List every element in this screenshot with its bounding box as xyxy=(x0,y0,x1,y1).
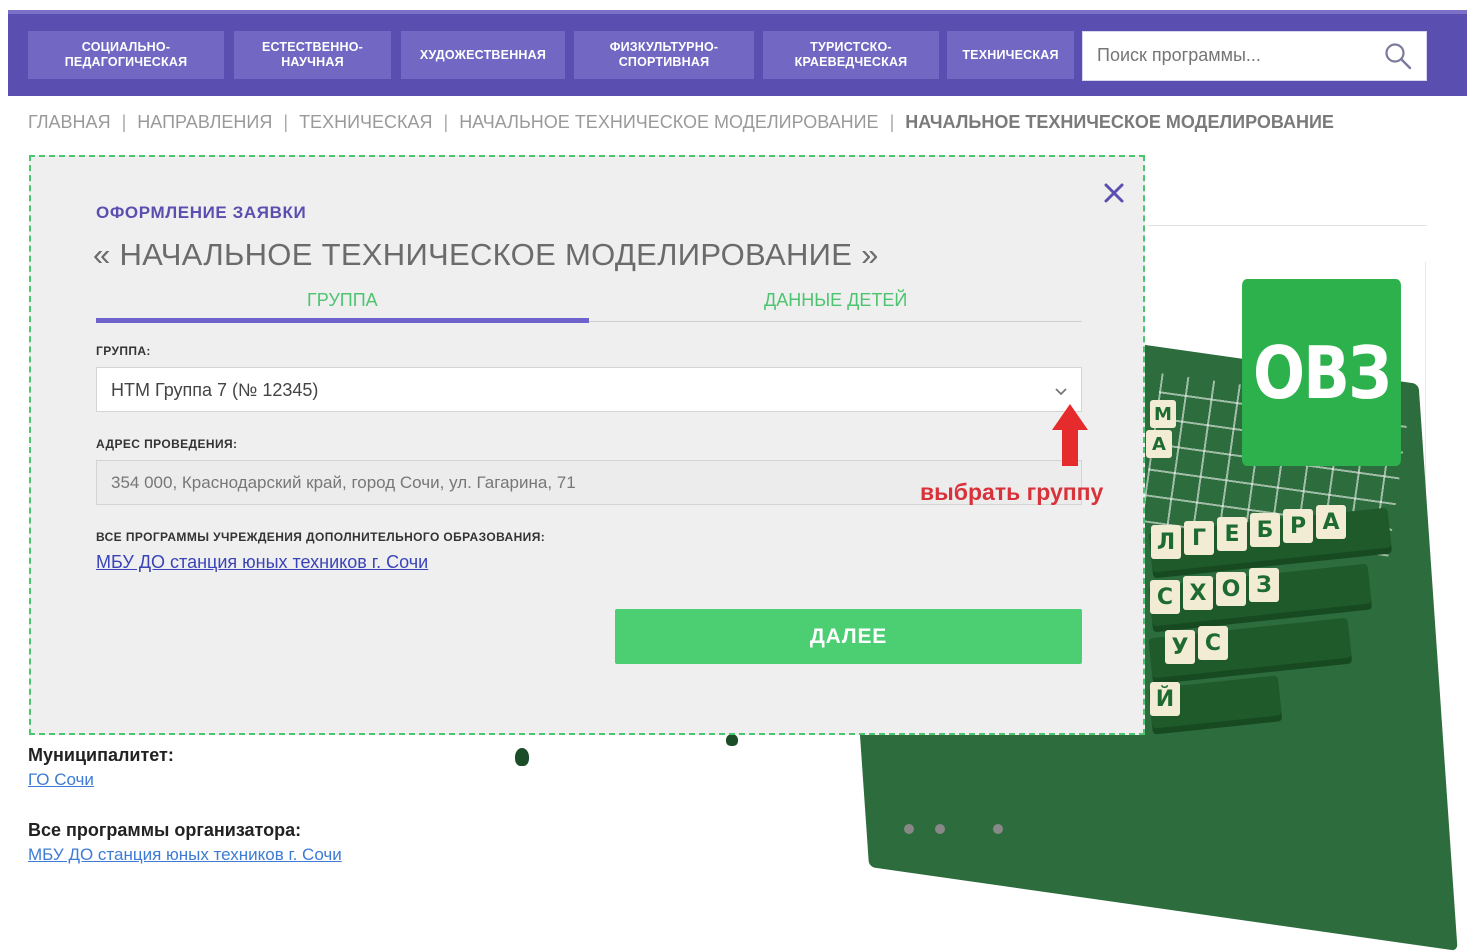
game-piece xyxy=(726,734,738,746)
letter-tile: С xyxy=(1198,626,1228,660)
letter-tile: У xyxy=(1165,630,1195,664)
annotation-text: выбрать группу xyxy=(920,479,1104,505)
modal-title: « НАЧАЛЬНОЕ ТЕХНИЧЕСКОЕ МОДЕЛИРОВАНИЕ » xyxy=(93,237,879,272)
organizer-link[interactable]: МБУ ДО станция юных техников г. Сочи xyxy=(28,845,342,865)
address-value: 354 000, Краснодарский край, город Сочи,… xyxy=(111,473,576,492)
divider xyxy=(1147,225,1427,226)
letter-tile: М xyxy=(1150,400,1176,428)
all-programs-label: ВСЕ ПРОГРАММЫ УЧРЕЖДЕНИЯ ДОПОЛНИТЕЛЬНОГО… xyxy=(96,530,546,544)
carousel-dot[interactable] xyxy=(993,824,1003,834)
letter-tile: Х xyxy=(1183,576,1213,610)
nav-item-art[interactable]: ХУДОЖЕСТВЕННАЯ xyxy=(401,31,565,79)
letter-tile: Й xyxy=(1150,682,1180,716)
ovz-badge: ОВЗ xyxy=(1242,279,1401,466)
breadcrumb-technical[interactable]: ТЕХНИЧЕСКАЯ xyxy=(299,112,432,132)
chevron-down-icon[interactable] xyxy=(1053,383,1069,399)
application-modal: ОФОРМЛЕНИЕ ЗАЯВКИ « НАЧАЛЬНОЕ ТЕХНИЧЕСКО… xyxy=(29,155,1145,735)
nav-item-science[interactable]: ЕСТЕСТВЕННО- НАУЧНАЯ xyxy=(234,31,391,79)
search-box xyxy=(1082,31,1427,81)
breadcrumb: ГЛАВНАЯ | НАПРАВЛЕНИЯ | ТЕХНИЧЕСКАЯ | НАЧАЛЬНО… xyxy=(28,112,1334,133)
group-select-value: НТМ Группа 7 (№ 12345) xyxy=(111,380,319,400)
breadcrumb-directions[interactable]: НАПРАВЛЕНИЯ xyxy=(137,112,272,132)
nav-item-technical[interactable]: ТЕХНИЧЕСКАЯ xyxy=(947,31,1074,79)
nav-item-social[interactable]: СОЦИАЛЬНО- ПЕДАГОГИЧЕСКАЯ xyxy=(28,31,224,79)
letter-tile: А xyxy=(1146,430,1172,458)
breadcrumb-home[interactable]: ГЛАВНАЯ xyxy=(28,112,111,132)
letter-tile: Р xyxy=(1283,509,1313,543)
breadcrumb-separator: | xyxy=(283,112,289,132)
letter-tile: З xyxy=(1249,568,1279,602)
breadcrumb-separator: | xyxy=(889,112,895,132)
letter-tile: А xyxy=(1316,505,1346,539)
letter-tile: Б xyxy=(1250,513,1280,547)
search-input[interactable] xyxy=(1083,32,1401,78)
group-label: ГРУППА: xyxy=(96,344,151,358)
breadcrumb-program[interactable]: НАЧАЛЬНОЕ ТЕХНИЧЕСКОЕ МОДЕЛИРОВАНИЕ xyxy=(459,112,878,132)
tab-active-indicator xyxy=(96,318,589,323)
close-icon[interactable] xyxy=(1100,179,1128,207)
modal-subtitle: ОФОРМЛЕНИЕ ЗАЯВКИ xyxy=(96,203,307,222)
next-button[interactable]: ДАЛЕЕ xyxy=(615,609,1082,664)
letter-tile: С xyxy=(1150,580,1180,614)
municipality-link[interactable]: ГО Сочи xyxy=(28,770,94,790)
breadcrumb-separator: | xyxy=(443,112,449,132)
breadcrumb-current: НАЧАЛЬНОЕ ТЕХНИЧЕСКОЕ МОДЕЛИРОВАНИЕ xyxy=(905,112,1334,132)
top-navigation: СОЦИАЛЬНО- ПЕДАГОГИЧЕСКАЯ ЕСТЕСТВЕННО- Н… xyxy=(8,10,1467,96)
game-piece xyxy=(515,748,529,766)
address-label: АДРЕС ПРОВЕДЕНИЯ: xyxy=(96,437,238,451)
tab-group[interactable]: ГРУППА xyxy=(307,290,378,311)
municipality-label: Муниципалитет: xyxy=(28,745,174,765)
group-select[interactable]: НТМ Группа 7 (№ 12345) xyxy=(96,367,1082,412)
institution-link[interactable]: МБУ ДО станция юных техников г. Сочи xyxy=(96,552,428,573)
letter-tile: Г xyxy=(1184,521,1214,555)
letter-tile: О xyxy=(1216,572,1246,606)
arrow-up-icon xyxy=(1052,404,1088,466)
search-icon[interactable] xyxy=(1384,42,1412,70)
letter-tile: Л xyxy=(1151,525,1181,559)
organizer-label: Все программы организатора: xyxy=(28,820,302,840)
carousel-dot[interactable] xyxy=(904,824,914,834)
carousel-dot[interactable] xyxy=(935,824,945,834)
breadcrumb-separator: | xyxy=(121,112,127,132)
nav-item-sport[interactable]: ФИЗКУЛЬТУРНО- СПОРТИВНАЯ xyxy=(574,31,754,79)
letter-tile: Е xyxy=(1217,517,1247,551)
tab-children-data[interactable]: ДАННЫЕ ДЕТЕЙ xyxy=(764,290,907,311)
nav-item-tourism[interactable]: ТУРИСТСКО- КРАЕВЕДЧЕСКАЯ xyxy=(763,31,939,79)
